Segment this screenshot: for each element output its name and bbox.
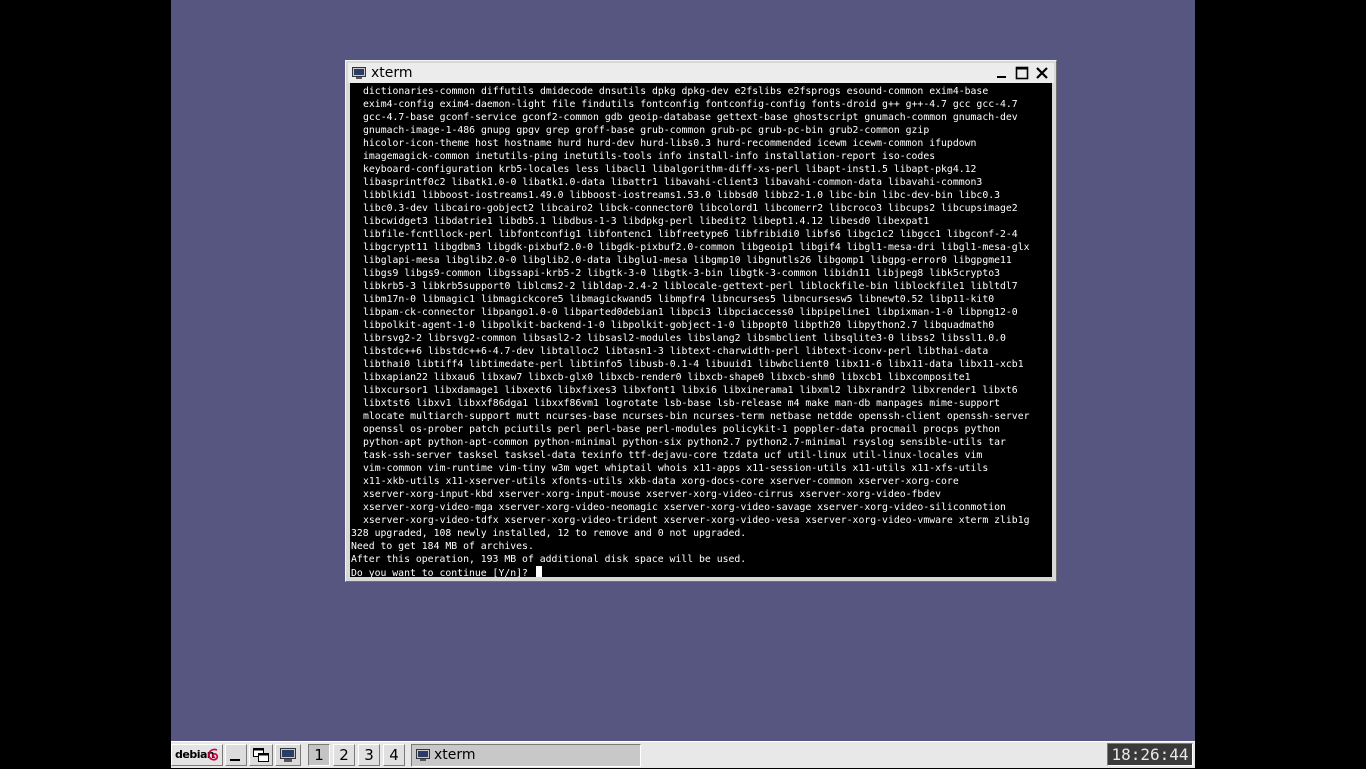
window-titlebar[interactable]: xterm bbox=[348, 63, 1054, 83]
workspace-3-button[interactable]: 3 bbox=[358, 744, 380, 766]
windows-icon bbox=[253, 748, 269, 762]
clock[interactable]: 18:26:44 bbox=[1107, 743, 1193, 766]
package-line: libthai0 libtiff4 libtimedate-perl libti… bbox=[363, 359, 1024, 370]
package-line: mlocate multiarch-support mutt ncurses-b… bbox=[363, 411, 1030, 422]
package-line: task-ssh-server tasksel tasksel-data tex… bbox=[363, 450, 983, 461]
package-line: libstdc++6 libstdc++6-4.7-dev libtalloc2… bbox=[363, 346, 989, 357]
package-line: libblkid1 libboost-iostreams1.49.0 libbo… bbox=[363, 190, 1001, 201]
package-line: exim4-config exim4-daemon-light file fin… bbox=[363, 99, 1018, 110]
package-line: python-apt python-apt-common python-mini… bbox=[363, 437, 1006, 448]
close-button[interactable] bbox=[1034, 65, 1050, 81]
taskbar-item-label: xterm bbox=[434, 747, 476, 763]
package-line: libxapian22 libxau6 libxaw7 libxcb-glx0 … bbox=[363, 372, 971, 383]
package-line: libfile-fcntllock-perl libfontconfig1 li… bbox=[363, 229, 1018, 240]
terminal-icon bbox=[352, 67, 366, 79]
package-line: libpolkit-agent-1-0 libpolkit-backend-1-… bbox=[363, 320, 995, 331]
summary-line: After this operation, 193 MB of addition… bbox=[351, 554, 747, 565]
window-list-button[interactable] bbox=[249, 744, 273, 766]
continue-prompt: Do you want to continue [Y/n]? bbox=[351, 568, 534, 577]
minimize-button[interactable] bbox=[994, 65, 1010, 81]
package-line: libpam-ck-connector libpango1.0-0 libpar… bbox=[363, 307, 1018, 318]
package-line: xserver-xorg-input-kbd xserver-xorg-inpu… bbox=[363, 489, 942, 500]
xterm-window[interactable]: xterm dictionaries-common diffutils dmid… bbox=[345, 60, 1057, 582]
package-line: libgs9 libgs9-common libgssapi-krb5-2 li… bbox=[363, 268, 1001, 279]
package-line: xserver-xorg-video-mga xserver-xorg-vide… bbox=[363, 502, 1006, 513]
package-line: librsvg2-2 librsvg2-common libsasl2-2 li… bbox=[363, 333, 1006, 344]
package-line: vim-common vim-runtime vim-tiny w3m wget… bbox=[363, 463, 989, 474]
workspace-4-button[interactable]: 4 bbox=[383, 744, 405, 766]
window-title: xterm bbox=[371, 65, 413, 81]
workspace-2-button[interactable]: 2 bbox=[333, 744, 355, 766]
start-menu-button[interactable]: debian bbox=[171, 744, 223, 766]
close-icon bbox=[1036, 67, 1048, 79]
taskbar: debian 1 2 3 4 xterm 18:26:44 bbox=[171, 741, 1195, 768]
package-line: libc0.3-dev libcairo-gobject2 libcairo2 … bbox=[363, 203, 1018, 214]
package-line: keyboard-configuration krb5-locales less… bbox=[363, 164, 977, 175]
minimize-icon bbox=[997, 76, 1006, 78]
summary-line: 328 upgraded, 108 newly installed, 12 to… bbox=[351, 528, 747, 539]
package-list: dictionaries-common diffutils dmidecode … bbox=[351, 85, 1052, 527]
package-line: libxtst6 libxv1 libxxf86dga1 libxxf86vm1… bbox=[363, 398, 1001, 409]
package-line: dictionaries-common diffutils dmidecode … bbox=[363, 86, 989, 97]
package-line: x11-xkb-utils x11-xserver-utils xfonts-u… bbox=[363, 476, 959, 487]
package-line: gnumach-image-1-486 gnupg gpgv grep grof… bbox=[363, 125, 930, 136]
package-line: libgcrypt11 libgdbm3 libgdk-pixbuf2.0-0 … bbox=[363, 242, 1030, 253]
debian-swirl-icon bbox=[208, 748, 219, 761]
text-cursor bbox=[535, 566, 542, 577]
maximize-icon bbox=[1015, 66, 1029, 80]
package-line: hicolor-icon-theme host hostname hurd hu… bbox=[363, 138, 977, 149]
package-line: gcc-4.7-base gconf-service gconf2-common… bbox=[363, 112, 1018, 123]
package-line: imagemagick-common inetutils-ping inetut… bbox=[363, 151, 936, 162]
package-line: openssl os-prober patch pciutils perl pe… bbox=[363, 424, 1001, 435]
workspace-1-button[interactable]: 1 bbox=[308, 744, 330, 766]
package-line: libm17n-0 libmagic1 libmagickcore5 libma… bbox=[363, 294, 995, 305]
terminal-icon bbox=[416, 749, 430, 761]
package-line: libcwidget3 libdatrie1 libdb5.1 libdbus-… bbox=[363, 216, 930, 227]
terminal-output[interactable]: dictionaries-common diffutils dmidecode … bbox=[350, 83, 1052, 577]
package-line: xserver-xorg-video-tdfx xserver-xorg-vid… bbox=[363, 515, 1030, 526]
taskbar-item-xterm[interactable]: xterm bbox=[411, 744, 641, 767]
show-desktop-button[interactable] bbox=[225, 744, 247, 766]
prompt-line: Do you want to continue [Y/n]? bbox=[351, 566, 1052, 577]
minimize-all-icon bbox=[230, 759, 240, 761]
terminal-icon bbox=[280, 748, 296, 762]
package-line: libxcursor1 libxdamage1 libxext6 libxfix… bbox=[363, 385, 1018, 396]
package-line: libkrb5-3 libkrb5support0 liblcms2-2 lib… bbox=[363, 281, 1018, 292]
package-line: libasprintf0c2 libatk1.0-0 libatk1.0-dat… bbox=[363, 177, 983, 188]
package-line: libglapi-mesa libglib2.0-0 libglib2.0-da… bbox=[363, 255, 1012, 266]
maximize-button[interactable] bbox=[1014, 65, 1030, 81]
summary-line: Need to get 184 MB of archives. bbox=[351, 541, 534, 552]
terminal-launcher-button[interactable] bbox=[275, 744, 301, 766]
